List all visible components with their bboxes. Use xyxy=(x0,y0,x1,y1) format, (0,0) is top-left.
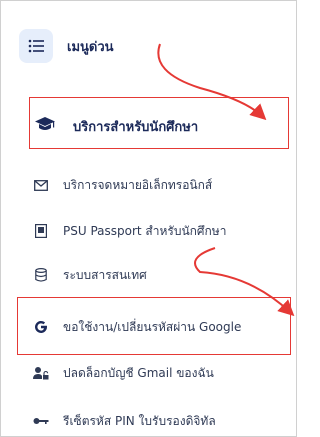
highlight-box-google xyxy=(17,297,291,355)
highlight-box-section xyxy=(29,97,289,149)
envelope-icon xyxy=(33,177,49,193)
list-menu-icon[interactable] xyxy=(19,29,53,63)
menu-item-label: บริการจดหมายอิเล็กทรอนิกส์ xyxy=(63,177,213,192)
menu-item-label: รีเซ็ตรหัส PIN ใบรับรองดิจิทัล xyxy=(63,413,216,428)
quick-menu-label: เมนูด่วน xyxy=(67,39,114,55)
quick-menu-panel: เมนูด่วน บริการสำหรับนักศึกษา บริการจดหม… xyxy=(0,0,297,437)
id-card-icon xyxy=(33,223,49,239)
menu-item-label: PSU Passport สำหรับนักศึกษา xyxy=(63,223,227,238)
database-icon xyxy=(33,267,49,283)
menu-item-information-system[interactable]: ระบบสารสนเทศ xyxy=(33,263,147,287)
menu-item-email-service[interactable]: บริการจดหมายอิเล็กทรอนิกส์ xyxy=(33,173,212,197)
menu-item-reset-pin[interactable]: รีเซ็ตรหัส PIN ใบรับรองดิจิทัล xyxy=(33,409,216,433)
menu-item-label: ปลดล็อกบัญชี Gmail ของฉัน xyxy=(63,365,214,380)
menu-item-unlock-gmail[interactable]: ปลดล็อกบัญชี Gmail ของฉัน xyxy=(33,361,214,385)
user-unlock-icon xyxy=(33,365,49,381)
menu-item-psu-passport[interactable]: PSU Passport สำหรับนักศึกษา xyxy=(33,219,226,243)
quick-menu-header[interactable]: เมนูด่วน xyxy=(19,29,114,63)
key-icon xyxy=(33,413,49,429)
menu-item-label: ระบบสารสนเทศ xyxy=(63,267,147,282)
